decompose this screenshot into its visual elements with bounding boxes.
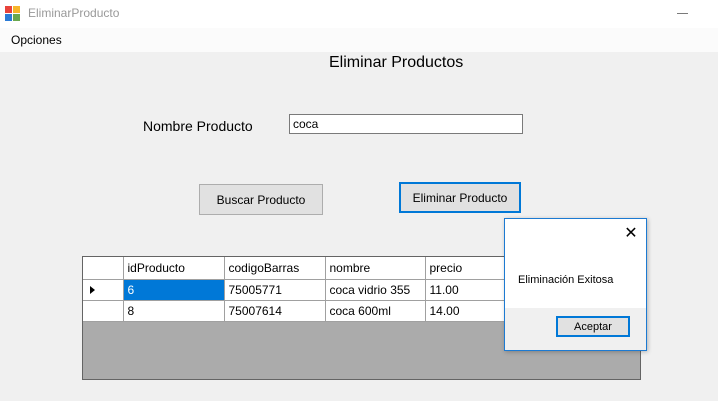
- product-name-input[interactable]: [289, 114, 523, 134]
- message-text: Eliminación Exitosa: [518, 274, 614, 286]
- row-header[interactable]: [83, 278, 124, 301]
- table-cell[interactable]: 8: [122, 299, 225, 322]
- column-header-idproducto[interactable]: idProducto: [122, 257, 225, 280]
- column-header-codigobarras[interactable]: codigoBarras: [223, 257, 326, 280]
- search-product-button[interactable]: Buscar Producto: [199, 184, 323, 215]
- products-table: idProducto codigoBarras nombre precio 6 …: [83, 257, 526, 322]
- row-header-corner: [83, 257, 124, 280]
- message-box-footer: Aceptar: [505, 308, 646, 350]
- page-title: Eliminar Productos: [329, 54, 464, 71]
- table-row[interactable]: 6 75005771 coca vidrio 355 11.00: [83, 278, 526, 301]
- row-pointer-icon: [90, 285, 95, 294]
- minimize-icon[interactable]: [668, 0, 696, 28]
- row-header[interactable]: [83, 299, 124, 322]
- accept-button[interactable]: Aceptar: [556, 316, 630, 337]
- table-row[interactable]: 8 75007614 coca 600ml 14.00: [83, 299, 526, 322]
- message-box: ✕ Eliminación Exitosa Aceptar: [504, 218, 647, 351]
- delete-product-button[interactable]: Eliminar Producto: [399, 182, 521, 213]
- winforms-app-icon: [5, 6, 21, 22]
- menu-item-opciones[interactable]: Opciones: [6, 31, 67, 49]
- menu-bar: Opciones: [0, 28, 718, 52]
- table-cell[interactable]: 6: [122, 278, 225, 301]
- title-bar: EliminarProducto: [0, 0, 718, 28]
- column-header-nombre[interactable]: nombre: [324, 257, 426, 280]
- close-icon[interactable]: ✕: [622, 225, 640, 243]
- table-header-row: idProducto codigoBarras nombre precio: [83, 257, 526, 280]
- table-cell[interactable]: coca vidrio 355: [324, 278, 426, 301]
- table-cell[interactable]: 75007614: [223, 299, 326, 322]
- product-name-label: Nombre Producto: [143, 118, 253, 134]
- table-cell[interactable]: coca 600ml: [324, 299, 426, 322]
- window-title: EliminarProducto: [28, 6, 120, 20]
- table-cell[interactable]: 75005771: [223, 278, 326, 301]
